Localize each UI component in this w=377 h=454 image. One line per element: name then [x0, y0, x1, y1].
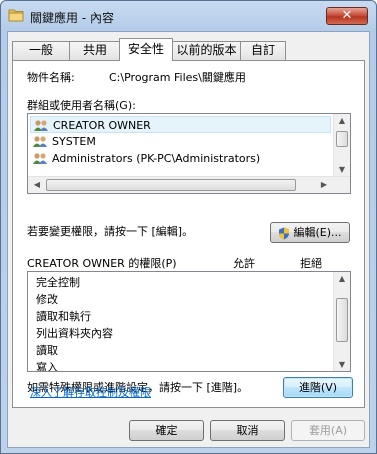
deny-header: 拒絕	[300, 257, 322, 270]
cancel-button-label: 取消	[236, 424, 259, 437]
list-item-creator-owner[interactable]: CREATOR OWNER	[30, 116, 331, 133]
permission-row: 列出資料夾內容	[36, 327, 113, 340]
tab-customize[interactable]: 自訂	[240, 41, 286, 60]
permission-row: 讀取和執行	[36, 310, 91, 323]
security-panel: 物件名稱: C:\Program Files\關鍵應用 群組或使用者名稱(G):…	[12, 60, 365, 408]
h-scroll-thumb[interactable]	[46, 179, 296, 191]
tab-sharing-label: 共用	[82, 43, 107, 57]
scroll-down-icon[interactable]: ▼	[334, 165, 350, 174]
allow-header: 允許	[233, 257, 255, 270]
folder-icon	[8, 9, 24, 22]
title-bar[interactable]: 關鍵應用 - 內容 ✕	[1, 1, 376, 31]
tab-general-label: 一般	[28, 43, 53, 57]
close-icon: ✕	[341, 8, 353, 23]
group-name: Administrators (PK-PC\Administrators)	[52, 152, 261, 165]
permissions-vertical-scrollbar[interactable]: ▲ ▼	[333, 272, 350, 371]
ok-button[interactable]: 確定	[129, 420, 204, 441]
apply-button[interactable]: 套用(A)	[291, 420, 365, 441]
list-item-administrators[interactable]: Administrators (PK-PC\Administrators)	[30, 150, 331, 167]
tab-customize-label: 自訂	[250, 43, 275, 57]
advanced-button[interactable]: 進階(V)	[283, 377, 353, 398]
users-icon	[34, 120, 48, 131]
ok-button-label: 確定	[155, 424, 178, 437]
apply-button-label: 套用(A)	[308, 424, 348, 437]
groups-horizontal-scrollbar[interactable]: ◀ ▶	[28, 176, 350, 193]
permission-row: 讀取	[36, 344, 58, 357]
tab-general[interactable]: 一般	[12, 41, 70, 60]
permissions-listbox[interactable]: 完全控制 修改 讀取和執行 列出資料夾內容 讀取 寫入 ▲ ▼	[27, 271, 351, 372]
scroll-up-icon[interactable]: ▲	[334, 116, 350, 125]
scroll-left-icon[interactable]: ◀	[29, 180, 45, 189]
permission-row: 完全控制	[36, 276, 80, 289]
scroll-thumb[interactable]	[336, 131, 348, 147]
tab-security[interactable]: 安全性	[119, 38, 173, 61]
scroll-up-icon[interactable]: ▲	[334, 274, 350, 283]
cancel-button[interactable]: 取消	[210, 420, 285, 441]
scroll-thumb[interactable]	[336, 298, 348, 342]
tab-previous-versions-label: 以前的版本	[176, 43, 237, 57]
groups-listbox[interactable]: CREATOR OWNER SYSTEM Administrators (PK-…	[27, 113, 351, 194]
advanced-button-label: 進階(V)	[298, 381, 338, 394]
object-name-label: 物件名稱:	[27, 71, 75, 84]
groups-label: 群組或使用者名稱(G):	[27, 99, 136, 112]
group-name: SYSTEM	[52, 135, 96, 148]
scroll-down-icon[interactable]: ▼	[334, 360, 350, 369]
edit-button[interactable]: 編輯(E)...	[270, 222, 350, 243]
group-name: CREATOR OWNER	[53, 119, 151, 132]
permission-row: 修改	[36, 293, 58, 306]
dialog-client: 一般 共用 安全性 以前的版本 自訂 物件名稱: C:\Program File…	[7, 31, 370, 448]
uac-shield-icon	[279, 227, 290, 239]
object-name-value: C:\Program Files\關鍵應用	[109, 71, 246, 84]
scroll-right-icon[interactable]: ▶	[316, 180, 332, 189]
edit-button-label: 編輯(E)...	[293, 226, 342, 239]
learn-more-link[interactable]: 深入了解存取控制及權限	[30, 384, 151, 400]
tab-security-label: 安全性	[127, 42, 164, 56]
tab-sharing[interactable]: 共用	[69, 41, 121, 60]
users-icon	[33, 153, 47, 164]
users-icon	[33, 136, 47, 147]
change-permissions-hint: 若要變更權限，請按一下 [編輯]。	[27, 225, 194, 238]
permissions-header: CREATOR OWNER 的權限(P)	[27, 257, 177, 270]
tab-previous-versions[interactable]: 以前的版本	[172, 41, 241, 60]
close-button[interactable]: ✕	[326, 7, 368, 25]
groups-vertical-scrollbar[interactable]: ▲ ▼	[333, 114, 350, 176]
list-item-system[interactable]: SYSTEM	[30, 133, 331, 150]
properties-window: 關鍵應用 - 內容 ✕ 一般 共用 安全性 以前的版本 自訂 物件名稱: C:\…	[0, 0, 377, 454]
window-title: 關鍵應用 - 內容	[30, 11, 114, 25]
permission-row: 寫入	[36, 361, 58, 372]
